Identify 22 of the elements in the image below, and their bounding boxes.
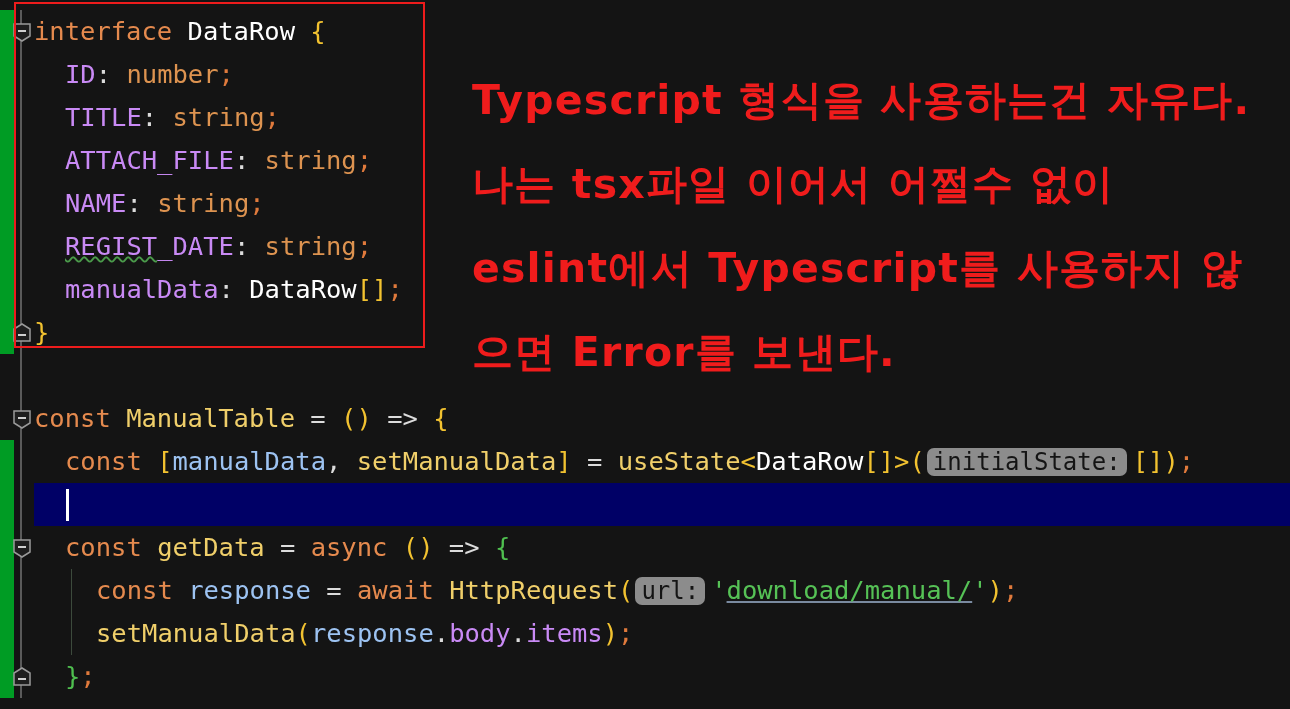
code-text: []); xyxy=(1132,448,1195,475)
inlay-hint: url: xyxy=(635,576,706,605)
inlay-hint: initialState: xyxy=(926,447,1127,476)
code-text: const ManualTable = () => { xyxy=(34,405,449,432)
collapse-icon[interactable] xyxy=(12,538,32,558)
code-text: }; xyxy=(65,663,96,690)
code-text: interface DataRow { xyxy=(34,18,326,45)
code-text: const [manualData, setManualData] = useState<DataRow[]>( xyxy=(65,448,925,475)
text-cursor xyxy=(66,488,69,521)
code-text: REGIST_DATE: string; xyxy=(65,233,373,260)
code-text: const response = await HttpRequest( xyxy=(96,577,634,604)
code-text: } xyxy=(34,319,50,346)
code-text: const getData = async () => { xyxy=(65,534,511,561)
code-text: manualData: DataRow[]; xyxy=(65,276,403,303)
code-text: NAME: string; xyxy=(65,190,265,217)
code-text: setManualData(response.body.items); xyxy=(96,620,634,647)
code-text: 'download/manual/'); xyxy=(711,577,1019,604)
code-text: ATTACH_FILE: string; xyxy=(65,147,373,174)
code-text: TITLE: string; xyxy=(65,104,280,131)
collapse-icon[interactable] xyxy=(12,409,32,429)
annotation-text: Typescript 형식을 사용하는건 자유다. 나는 tsx파일 이어서 어쩔수 없이 eslint에서 Typescript를 사용하지 않 으면 Error를 보낸다. xyxy=(472,75,1251,378)
code-text: ID: number; xyxy=(65,61,234,88)
